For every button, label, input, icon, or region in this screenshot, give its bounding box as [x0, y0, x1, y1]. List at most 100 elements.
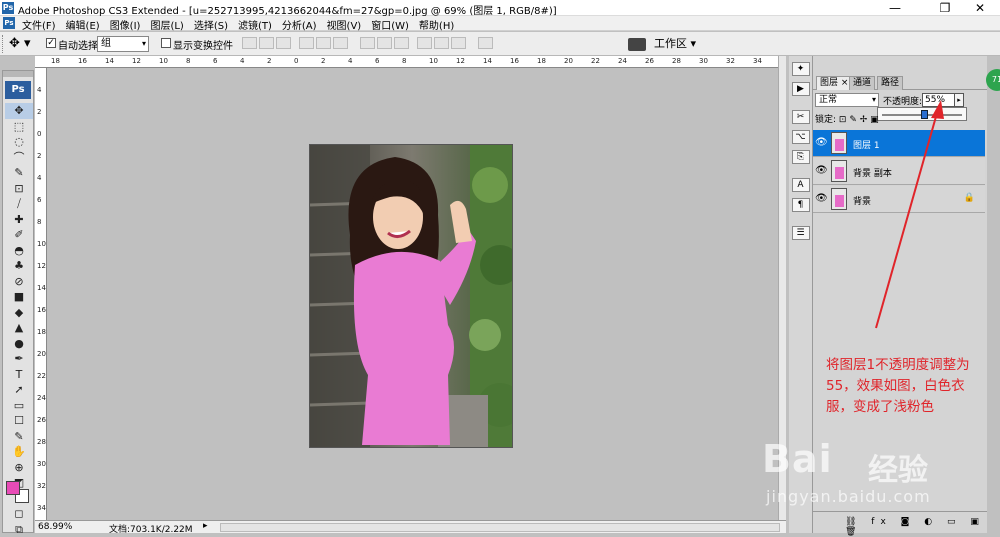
close-icon[interactable]: ✕ [965, 0, 995, 16]
blend-mode-dropdown[interactable]: 正常 ▾ [815, 93, 879, 107]
tool-icon-23[interactable]: ⊕ [5, 460, 33, 476]
dock-button-6[interactable]: ¶ [792, 198, 810, 212]
tool-icon-3[interactable]: ⌒ [5, 150, 33, 166]
document-image[interactable] [309, 144, 513, 448]
tool-icon-16[interactable]: ✒ [5, 351, 33, 367]
align-bottom-icon[interactable] [276, 37, 291, 49]
distribute-bottom-icon[interactable] [394, 37, 409, 49]
tool-icon-9[interactable]: ◓ [5, 243, 33, 259]
tool-icon-19[interactable]: ▭ [5, 398, 33, 414]
distribute-hcenter-icon[interactable] [434, 37, 449, 49]
move-tool-icon[interactable]: ✥ ▾ [9, 34, 37, 54]
tool-icon-14[interactable]: ▲ [5, 320, 33, 336]
tool-icon-0[interactable]: ✥ [5, 103, 33, 119]
dock-button-5[interactable]: A [792, 178, 810, 192]
tool-icon-1[interactable]: ⬚ [5, 119, 33, 135]
menu-item-9[interactable]: 帮助(H) [419, 17, 454, 32]
tool-icon-17[interactable]: T [5, 367, 33, 383]
horizontal-scrollbar[interactable] [220, 523, 780, 532]
tool-icon-21[interactable]: ✎ [5, 429, 33, 445]
tab-channels[interactable]: 通道 [849, 76, 875, 90]
minimize-icon[interactable]: — [880, 0, 910, 16]
auto-select-checkbox[interactable]: ✓ [46, 38, 56, 48]
menu-item-1[interactable]: 编辑(E) [66, 17, 100, 32]
dock-button-1[interactable]: ▶ [792, 82, 810, 96]
menu-item-7[interactable]: 视图(V) [327, 17, 362, 32]
ruler-top-label: 6 [213, 57, 217, 65]
distribute-left-icon[interactable] [417, 37, 432, 49]
auto-align-icon[interactable] [478, 37, 493, 49]
ruler-top-label: 32 [726, 57, 735, 65]
tool-icon-10[interactable]: ♣ [5, 258, 33, 274]
document-icon[interactable]: Ps [3, 17, 15, 29]
align-right-icon[interactable] [333, 37, 348, 49]
opacity-slider[interactable] [877, 107, 967, 121]
dock-button-4[interactable]: ⎘ [792, 150, 810, 164]
tool-icon-5[interactable]: ⊡ [5, 181, 33, 197]
auto-select-dropdown[interactable]: 组 ▾ [97, 36, 149, 52]
tool-icon-12[interactable]: ■ [5, 289, 33, 305]
dock-button-3[interactable]: ⌥ [792, 130, 810, 144]
ruler-left-label: 18 [37, 328, 46, 336]
toolbox-grip[interactable] [3, 71, 33, 77]
opacity-slider-thumb[interactable] [921, 110, 928, 119]
status-bar: 68.99% 文档:703.1K/2.22M ▸ [35, 520, 786, 533]
eye-icon[interactable]: 👁 [815, 137, 828, 148]
tool-icon-6[interactable]: ⧸ [5, 196, 33, 212]
menu-item-4[interactable]: 选择(S) [194, 17, 228, 32]
align-hcenter-icon[interactable] [316, 37, 331, 49]
dock-button-0[interactable]: ✦ [792, 62, 810, 76]
ruler-top-label: 2 [321, 57, 325, 65]
dock-button-7[interactable]: ☰ [792, 226, 810, 240]
show-transform-checkbox[interactable] [161, 38, 171, 48]
ruler-top[interactable]: 1816141210864202468101214161820222426283… [35, 56, 778, 68]
watermark-brand: Bai [762, 437, 833, 481]
menu-item-8[interactable]: 窗口(W) [371, 17, 409, 32]
tool-icon-7[interactable]: ✚ [5, 212, 33, 228]
tool-icon-13[interactable]: ◆ [5, 305, 33, 321]
options-grip[interactable] [2, 35, 5, 53]
align-left-icon[interactable] [299, 37, 314, 49]
menu-item-6[interactable]: 分析(A) [282, 17, 317, 32]
opacity-input[interactable]: 55% [922, 93, 958, 107]
distribute-top-icon[interactable] [360, 37, 375, 49]
align-top-icon[interactable] [242, 37, 257, 49]
ruler-left-label: 34 [37, 504, 46, 512]
tool-icon-20[interactable]: ☐ [5, 413, 33, 429]
distribute-vcenter-icon[interactable] [377, 37, 392, 49]
zoom-level[interactable]: 68.99% [38, 522, 72, 532]
tab-paths[interactable]: 路径 [877, 76, 903, 90]
layer-row[interactable]: 👁背景🔒 [813, 186, 985, 213]
foreground-color-swatch[interactable] [6, 481, 20, 495]
tool-icon-26[interactable]: ◻ [5, 506, 33, 522]
tab-layers[interactable]: 图层 × [816, 76, 852, 90]
distribute-right-icon[interactable] [451, 37, 466, 49]
menu-item-2[interactable]: 图像(I) [110, 17, 141, 32]
tool-icon-15[interactable]: ● [5, 336, 33, 352]
tool-icon-22[interactable]: ✋ [5, 444, 33, 460]
layer-row[interactable]: 👁背景 副本 [813, 158, 985, 185]
workspace-button[interactable]: 工作区 ▾ [628, 34, 708, 54]
layer-row[interactable]: 👁图层 1 [813, 130, 985, 157]
tool-icon-18[interactable]: ➚ [5, 382, 33, 398]
status-menu-arrow[interactable]: ▸ [203, 521, 208, 531]
dock-button-2[interactable]: ✂ [792, 110, 810, 124]
tool-icon-27[interactable]: ⧉ [5, 522, 33, 537]
restore-icon[interactable]: ❐ [930, 0, 960, 16]
menu-item-0[interactable]: 文件(F) [22, 17, 56, 32]
ruler-left-label: 10 [37, 240, 46, 248]
tool-icon-4[interactable]: ✎ [5, 165, 33, 181]
eye-icon[interactable]: 👁 [815, 165, 828, 176]
tool-icon-2[interactable]: ◌ [5, 134, 33, 150]
tool-icon-8[interactable]: ✐ [5, 227, 33, 243]
align-vcenter-icon[interactable] [259, 37, 274, 49]
ps-logo[interactable]: Ps [5, 81, 31, 99]
opacity-arrow-icon[interactable]: ▸ [954, 93, 964, 107]
ruler-left[interactable]: 420246810121416182022242628303234 [35, 68, 47, 520]
ruler-top-label: 10 [429, 57, 438, 65]
eye-icon[interactable]: 👁 [815, 193, 828, 204]
tool-icon-11[interactable]: ⊘ [5, 274, 33, 290]
lock-icons[interactable]: ⊡ ✎ ✢ ▣ [839, 115, 879, 125]
menu-item-3[interactable]: 图层(L) [150, 17, 183, 32]
menu-item-5[interactable]: 滤镜(T) [238, 17, 272, 32]
